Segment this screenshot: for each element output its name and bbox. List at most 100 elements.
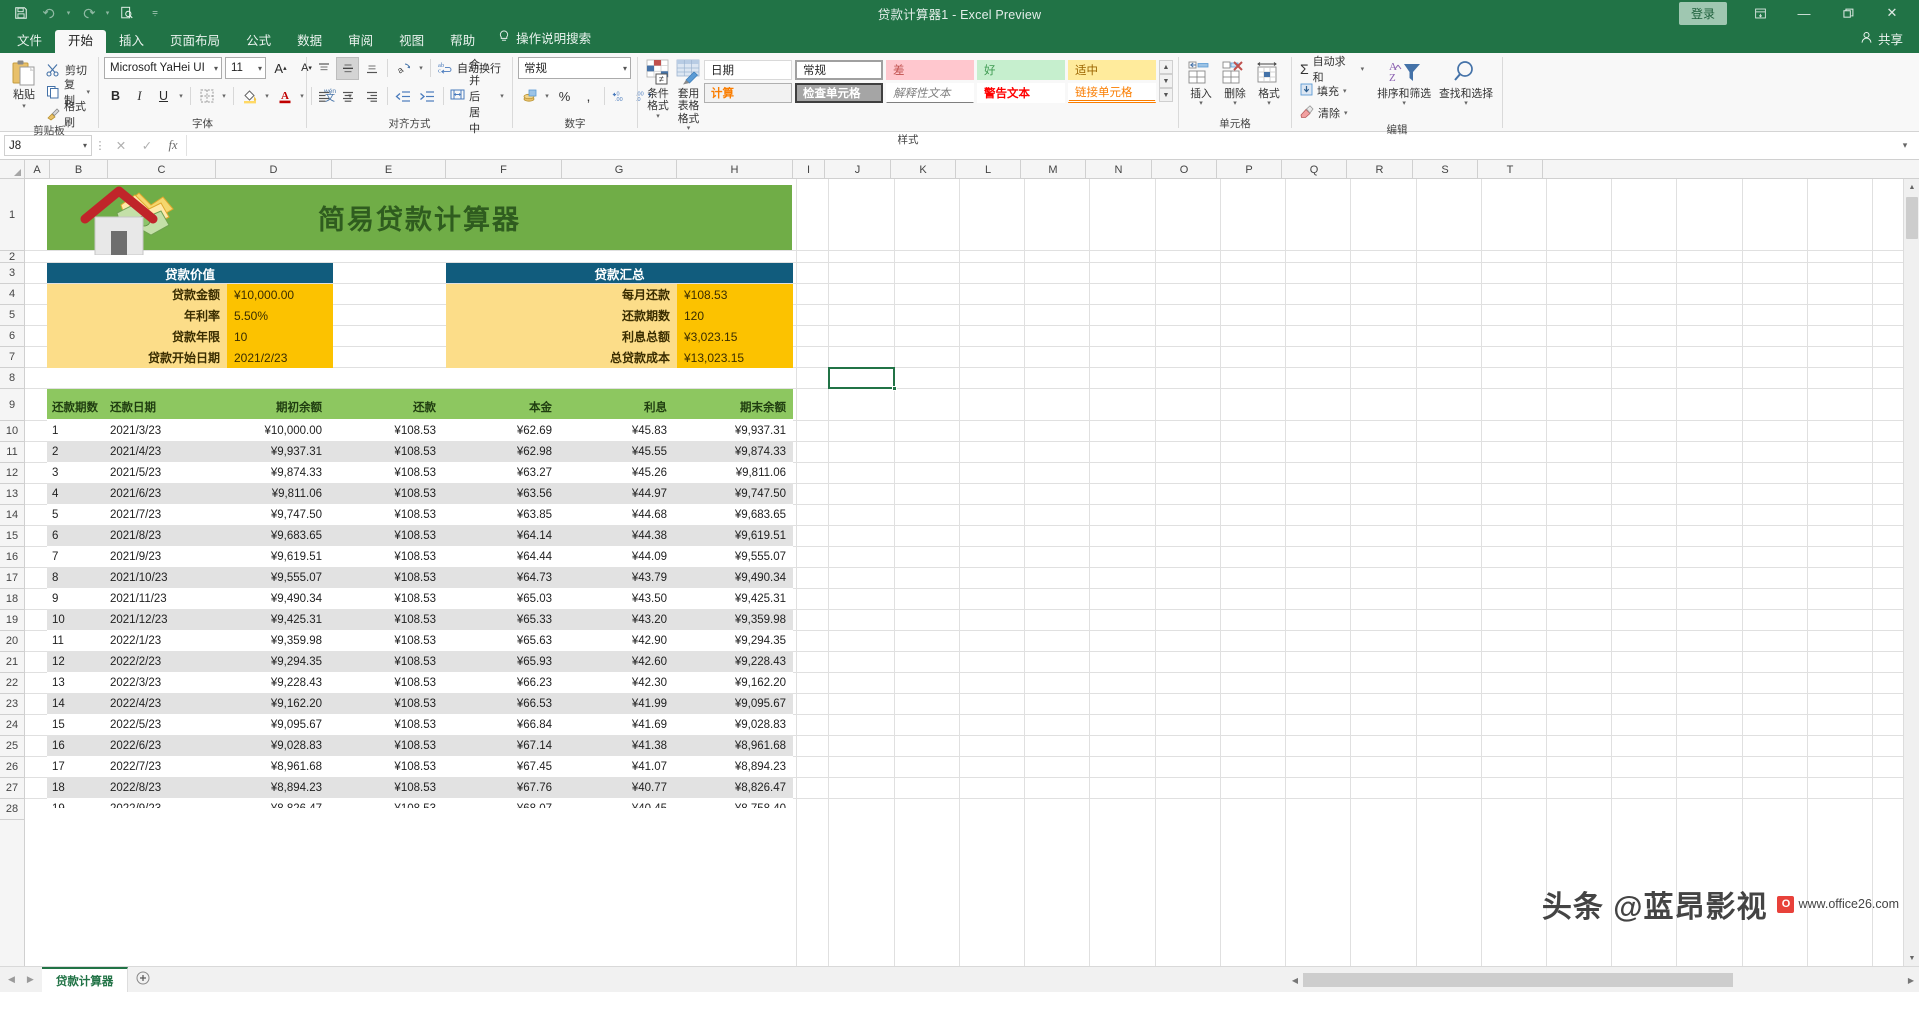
font-size-combo[interactable]: 11 ▾ (225, 57, 266, 79)
tab-insert[interactable]: 插入 (106, 30, 157, 54)
column-header-T[interactable]: T (1478, 160, 1543, 179)
styles-more-icon[interactable]: ▼ (1159, 88, 1173, 102)
row-header-2[interactable]: 2 (0, 251, 24, 263)
monthly-payment-value[interactable]: ¥108.53 (677, 284, 793, 305)
confirm-entry-icon[interactable]: ✓ (134, 135, 160, 157)
table-row[interactable]: 16 2022/6/23 ¥9,028.83 ¥108.53 ¥67.14 ¥4… (47, 735, 793, 756)
accounting-format-button[interactable] (518, 85, 541, 108)
row-header-6[interactable]: 6 (0, 326, 24, 347)
table-row[interactable]: 5 2021/7/23 ¥9,747.50 ¥108.53 ¥63.85 ¥44… (47, 504, 793, 525)
insert-cells-button[interactable]: 插入 ▾ (1184, 56, 1218, 108)
table-row[interactable]: 19 2022/9/23 ¥8,826.47 ¥108.53 ¥68.07 ¥4… (47, 798, 793, 808)
autosum-dropdown-icon[interactable]: ▾ (1361, 65, 1365, 73)
copy-dropdown-icon[interactable]: ▾ (86, 88, 90, 96)
underline-dropdown-icon[interactable]: ▾ (176, 85, 186, 108)
align-right-button[interactable] (360, 85, 383, 108)
column-header-K[interactable]: K (891, 160, 956, 179)
row-header-27[interactable]: 27 (0, 778, 24, 799)
row-header-19[interactable]: 19 (0, 610, 24, 631)
scroll-left-icon[interactable]: ◀ (1287, 976, 1303, 985)
tab-file[interactable]: 文件 (4, 30, 55, 54)
comma-style-button[interactable]: , (577, 85, 600, 108)
decrease-indent-button[interactable] (392, 85, 415, 108)
row-header-25[interactable]: 25 (0, 736, 24, 757)
row-header-17[interactable]: 17 (0, 568, 24, 589)
restore-button[interactable] (1827, 0, 1869, 26)
tab-view[interactable]: 视图 (386, 30, 437, 54)
table-row[interactable]: 11 2022/1/23 ¥9,359.98 ¥108.53 ¥65.63 ¥4… (47, 630, 793, 651)
row-header-5[interactable]: 5 (0, 305, 24, 326)
tab-help[interactable]: 帮助 (437, 30, 488, 54)
sheet-canvas[interactable]: 简易贷款计算器 贷款价值 贷款金额 ¥10,000.00 年利率 5.50% 贷… (25, 179, 1919, 966)
vertical-scroll-thumb[interactable] (1906, 197, 1918, 239)
horizontal-scroll-thumb[interactable] (1303, 973, 1733, 987)
row-header-12[interactable]: 12 (0, 463, 24, 484)
redo-dropdown-icon[interactable]: ▾ (103, 2, 112, 24)
orientation-dropdown-icon[interactable]: ▾ (416, 57, 426, 80)
column-header-L[interactable]: L (956, 160, 1021, 179)
table-row[interactable]: 8 2021/10/23 ¥9,555.07 ¥108.53 ¥64.73 ¥4… (47, 567, 793, 588)
last-sheet-icon[interactable]: ▶ (27, 974, 34, 985)
annual-rate-value[interactable]: 5.50% (227, 305, 333, 326)
row-header-1[interactable]: 1 (0, 179, 24, 251)
cell-style-normal[interactable]: 常规 (795, 60, 883, 80)
find-select-dropdown-icon[interactable]: ▾ (1464, 100, 1468, 108)
cell-style-calculation[interactable]: 计算 (704, 83, 792, 103)
font-family-combo[interactable]: Microsoft YaHei UI ▾ (104, 57, 222, 79)
column-header-B[interactable]: B (50, 160, 108, 179)
row-header-9[interactable]: 9 (0, 389, 24, 421)
row-header-13[interactable]: 13 (0, 484, 24, 505)
cell-style-explanatory-text[interactable]: 解释性文本 (886, 83, 974, 103)
scroll-up-icon[interactable]: ▲ (1904, 179, 1919, 195)
underline-button[interactable]: U (152, 85, 175, 108)
increase-indent-button[interactable] (416, 85, 439, 108)
table-row[interactable]: 7 2021/9/23 ¥9,619.51 ¥108.53 ¥64.44 ¥44… (47, 546, 793, 567)
close-button[interactable]: ✕ (1871, 0, 1913, 26)
loan-amount-value[interactable]: ¥10,000.00 (227, 284, 333, 305)
align-middle-button[interactable] (336, 56, 359, 80)
font-color-button[interactable]: A (273, 85, 296, 108)
table-row[interactable]: 13 2022/3/23 ¥9,228.43 ¥108.53 ¥66.23 ¥4… (47, 672, 793, 693)
column-header-N[interactable]: N (1086, 160, 1152, 179)
row-header-22[interactable]: 22 (0, 673, 24, 694)
row-header-8[interactable]: 8 (0, 368, 24, 389)
align-top-button[interactable] (312, 57, 335, 80)
tab-review[interactable]: 审阅 (335, 30, 386, 54)
row-header-20[interactable]: 20 (0, 631, 24, 652)
expand-formula-bar-icon[interactable]: ▾ (1895, 140, 1915, 151)
table-row[interactable]: 9 2021/11/23 ¥9,490.34 ¥108.53 ¥65.03 ¥4… (47, 588, 793, 609)
column-header-M[interactable]: M (1021, 160, 1086, 179)
table-row[interactable]: 14 2022/4/23 ¥9,162.20 ¥108.53 ¥66.53 ¥4… (47, 693, 793, 714)
table-format-dropdown-icon[interactable]: ▾ (687, 125, 691, 133)
column-header-E[interactable]: E (332, 160, 446, 179)
insert-dropdown-icon[interactable]: ▾ (1199, 100, 1203, 108)
minimize-button[interactable]: — (1783, 0, 1825, 26)
scroll-down-icon[interactable]: ▼ (1904, 950, 1919, 966)
font-color-dropdown-icon[interactable]: ▾ (297, 85, 307, 108)
row-header-4[interactable]: 4 (0, 284, 24, 305)
fill-color-button[interactable] (238, 85, 261, 108)
row-header-15[interactable]: 15 (0, 526, 24, 547)
column-header-R[interactable]: R (1347, 160, 1413, 179)
row-header-3[interactable]: 3 (0, 263, 24, 284)
column-header-Q[interactable]: Q (1282, 160, 1347, 179)
accounting-dropdown-icon[interactable]: ▾ (542, 85, 552, 108)
format-dropdown-icon[interactable]: ▾ (1267, 100, 1271, 108)
table-row[interactable]: 10 2021/12/23 ¥9,425.31 ¥108.53 ¥65.33 ¥… (47, 609, 793, 630)
sort-filter-button[interactable]: A Z 排序和筛选 ▾ (1373, 56, 1435, 108)
payment-count-value[interactable]: 120 (677, 305, 793, 326)
row-header-18[interactable]: 18 (0, 589, 24, 610)
table-row[interactable]: 2 2021/4/23 ¥9,937.31 ¥108.53 ¥62.98 ¥45… (47, 441, 793, 462)
percent-style-button[interactable]: % (553, 85, 576, 108)
row-header-7[interactable]: 7 (0, 347, 24, 368)
fill-button[interactable]: 填充 ▾ (1297, 81, 1367, 101)
table-row[interactable]: 15 2022/5/23 ¥9,095.67 ¥108.53 ¥66.84 ¥4… (47, 714, 793, 735)
clear-dropdown-icon[interactable]: ▾ (1344, 109, 1348, 117)
format-as-table-button[interactable]: 套用 表格格式 ▾ (673, 56, 704, 133)
column-header-J[interactable]: J (825, 160, 891, 179)
row-header-24[interactable]: 24 (0, 715, 24, 736)
total-interest-value[interactable]: ¥3,023.15 (677, 326, 793, 347)
fill-color-dropdown-icon[interactable]: ▾ (262, 85, 272, 108)
styles-scroll-up-icon[interactable]: ▲ (1159, 60, 1173, 74)
column-header-S[interactable]: S (1413, 160, 1478, 179)
